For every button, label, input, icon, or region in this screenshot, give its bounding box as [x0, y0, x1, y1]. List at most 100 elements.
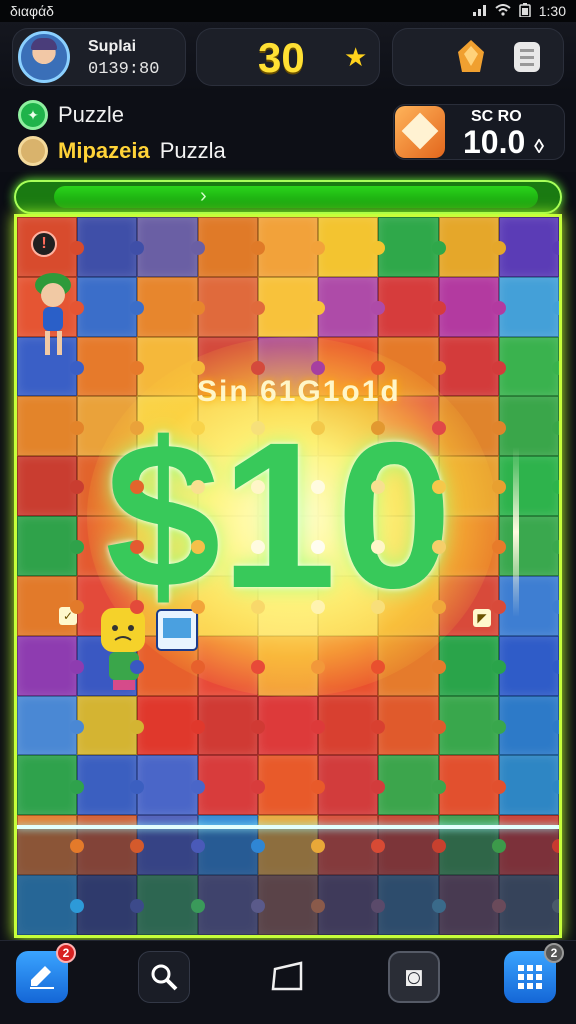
grid-icon: [518, 965, 542, 989]
puzzle-piece[interactable]: [137, 695, 205, 756]
tray-divider: [17, 825, 559, 829]
player-name: Suplai: [88, 38, 137, 55]
puzzle-piece[interactable]: [438, 755, 507, 816]
search-icon: [151, 964, 178, 991]
profile-panel[interactable]: Suplai 0139:80: [12, 28, 186, 86]
puzzle-piece[interactable]: [498, 516, 559, 576]
status-time: 1:30: [538, 3, 566, 19]
progress-fill: [54, 186, 538, 208]
puzzle-piece[interactable]: [498, 635, 559, 696]
puzzle-piece[interactable]: [77, 755, 145, 816]
puzzle-piece[interactable]: [137, 755, 205, 816]
status-left-text: διαφάδ: [10, 3, 54, 19]
puzzle-piece[interactable]: [197, 276, 266, 337]
puzzle-piece[interactable]: [438, 695, 507, 756]
sparkle-icon: ◤: [473, 609, 491, 627]
edit-icon: [30, 966, 54, 989]
score-box-number: 10.0: [463, 124, 526, 160]
puzzle-piece[interactable]: [498, 456, 559, 517]
mode-label: Puzzle: [58, 102, 125, 127]
puzzle-piece[interactable]: [257, 217, 326, 277]
puzzle-piece[interactable]: [197, 217, 266, 277]
puzzle-piece[interactable]: [77, 217, 145, 277]
chevron-right-icon: ›: [200, 185, 207, 207]
mascot-green-cap-icon: [31, 269, 75, 361]
puzzle-piece[interactable]: [318, 695, 386, 756]
camera-button[interactable]: ◙: [388, 951, 440, 1003]
puzzle-piece[interactable]: [257, 755, 326, 816]
puzzle-piece[interactable]: [137, 217, 205, 277]
battery-icon: [519, 2, 531, 20]
level-avatar-icon: [18, 136, 48, 166]
score-box-suffix: ◊: [534, 136, 545, 158]
status-bar: διαφάδ 1:30: [0, 0, 576, 22]
mode-title: Mipazeia: [58, 138, 150, 163]
puzzle-piece[interactable]: [318, 755, 386, 816]
mode-row-level[interactable]: Mipazeia Puzzla: [18, 136, 226, 166]
mode-subtitle: Puzzla: [159, 138, 226, 163]
search-button[interactable]: [138, 951, 190, 1003]
puzzle-piece[interactable]: [498, 396, 559, 457]
reward-number: $10: [105, 400, 453, 632]
score-box-value: 10.0 ◊: [463, 124, 544, 161]
puzzle-piece[interactable]: [17, 635, 85, 696]
top-hud: Suplai 0139:80 30 ★: [0, 22, 576, 92]
puzzle-piece[interactable]: [77, 336, 145, 397]
grid-button[interactable]: 2: [504, 943, 564, 1003]
puzzle-piece[interactable]: [318, 217, 386, 277]
glint: [513, 447, 519, 617]
puzzle-piece[interactable]: [17, 755, 85, 816]
puzzle-piece[interactable]: [17, 575, 85, 636]
camera-icon: ◙: [405, 961, 423, 992]
puzzle-piece[interactable]: [438, 336, 507, 397]
puzzle-piece[interactable]: [498, 336, 559, 397]
wifi-icon: [495, 3, 511, 19]
puzzle-piece[interactable]: [137, 276, 205, 337]
puzzle-piece[interactable]: [438, 217, 507, 277]
puzzle-piece[interactable]: [17, 456, 85, 517]
alert-icon[interactable]: !: [31, 231, 57, 257]
puzzle-piece[interactable]: [378, 276, 446, 337]
status-icons: 1:30: [472, 2, 566, 20]
puzzle-piece[interactable]: [498, 276, 559, 337]
menu-icon[interactable]: [510, 38, 544, 76]
player-code: 0139:80: [88, 60, 160, 79]
puzzle-piece[interactable]: [257, 695, 326, 756]
puzzle-piece[interactable]: [498, 755, 559, 816]
puzzle-piece[interactable]: [77, 695, 145, 756]
puzzle-piece[interactable]: [438, 276, 507, 337]
puzzle-piece[interactable]: [378, 695, 446, 756]
home-shape-icon: [271, 961, 303, 991]
mascot-yellow-icon: [95, 602, 205, 702]
puzzle-piece[interactable]: [378, 217, 446, 277]
score-box: SC RO 10.0 ◊: [393, 104, 565, 160]
puzzle-piece[interactable]: [498, 695, 559, 756]
puzzle-piece[interactable]: [17, 695, 85, 756]
tools-panel: [392, 28, 564, 86]
puzzle-piece[interactable]: [17, 516, 85, 576]
puzzle-piece[interactable]: [197, 695, 266, 756]
puzzle-board[interactable]: Sin 61G1o1d $10 ! ✓ ◤: [14, 214, 562, 938]
grid-badge: 2: [544, 943, 564, 963]
edit-button[interactable]: 2: [16, 943, 76, 1003]
puzzle-piece[interactable]: [318, 276, 386, 337]
puzzle-piece[interactable]: [498, 575, 559, 636]
puzzle-piece[interactable]: [17, 396, 85, 457]
mode-row-puzzle[interactable]: ✦ Puzzle: [18, 100, 124, 130]
hint-icon[interactable]: [454, 38, 488, 76]
puzzle-piece[interactable]: [197, 755, 266, 816]
puzzle-piece[interactable]: [438, 635, 507, 696]
gem-icon: [395, 106, 445, 158]
home-button[interactable]: [261, 951, 313, 1003]
puzzle-piece[interactable]: [77, 276, 145, 337]
edit-badge: 2: [56, 943, 76, 963]
signal-icon: [472, 3, 487, 19]
piece-tray[interactable]: [17, 829, 559, 935]
bottom-nav: 2 ◙ 2: [0, 940, 576, 1024]
avatar[interactable]: [18, 31, 70, 83]
puzzle-piece[interactable]: [498, 217, 559, 277]
puzzle-icon: ✦: [18, 100, 48, 130]
score-panel: 30 ★: [196, 28, 380, 86]
puzzle-piece[interactable]: [257, 276, 326, 337]
puzzle-piece[interactable]: [378, 755, 446, 816]
